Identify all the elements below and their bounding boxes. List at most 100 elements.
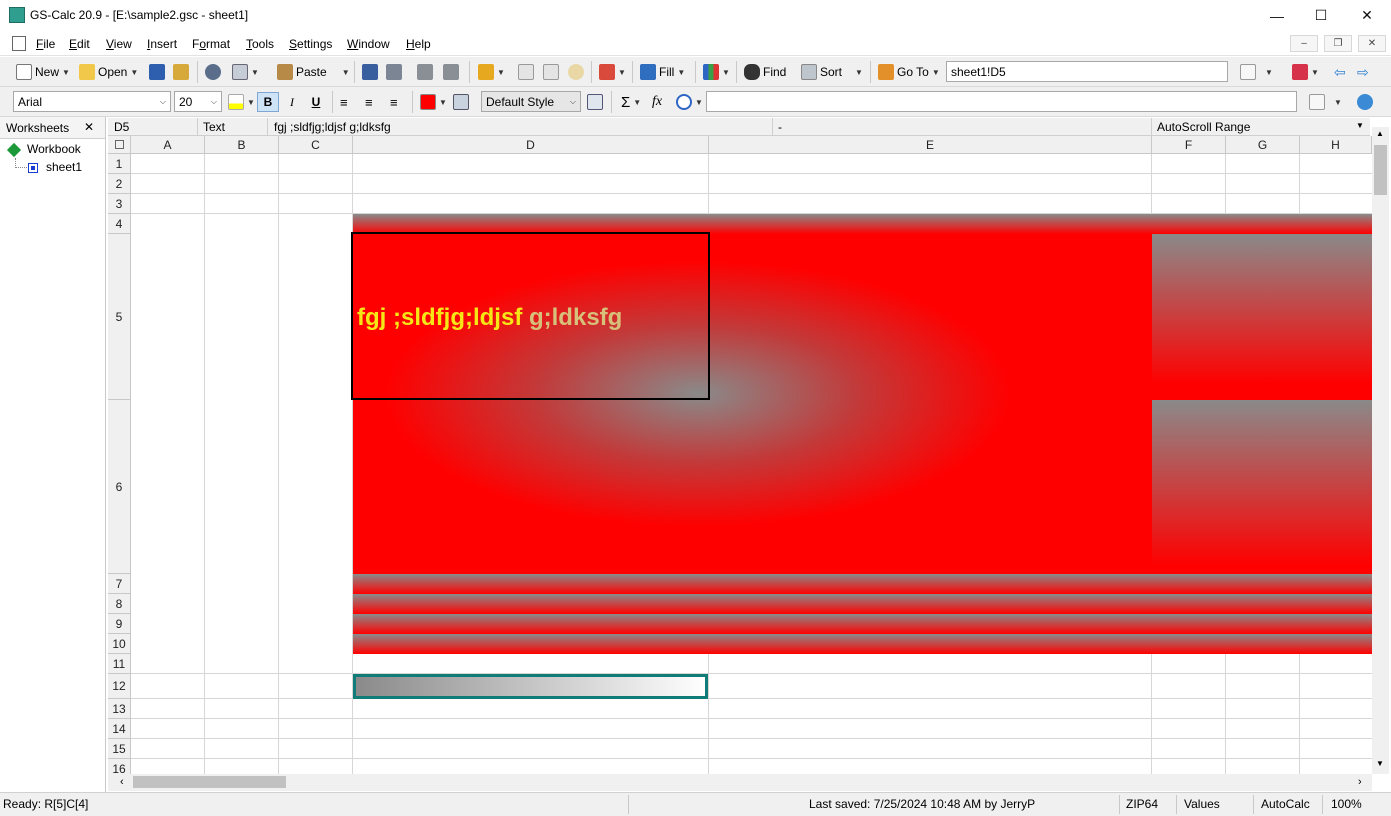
menu-file[interactable]: File [36,37,55,51]
sort-button[interactable]: Sort ▼ [801,62,863,82]
select-all-corner[interactable] [108,136,131,154]
scroll-down-icon[interactable]: ▼ [1376,759,1384,768]
tree-item-sheet1[interactable]: sheet1 [46,160,82,174]
column-header-b[interactable]: B [205,136,279,154]
save-button[interactable] [149,62,165,82]
goto-field[interactable]: sheet1!D5 [946,61,1228,82]
row-header-5[interactable]: 5 [108,234,131,400]
row-header-1[interactable]: 1 [108,154,131,174]
calendar-button[interactable]: ▼ [599,62,626,82]
horizontal-scroll-thumb[interactable] [133,776,286,788]
sum-button[interactable]: Σ ▼ [621,92,641,112]
panel-close-button[interactable]: ✕ [84,120,94,134]
column-header-e[interactable]: E [709,136,1152,154]
column-header-c[interactable]: C [279,136,353,154]
cell-style-select[interactable]: Default Style ⌵ [481,91,581,112]
italic-button[interactable]: I [282,92,302,112]
row-header-15[interactable]: 15 [108,739,131,759]
bold-button[interactable]: B [257,92,279,112]
column-header-d[interactable]: D [353,136,709,154]
highlight-button[interactable]: ▼ [1292,62,1319,82]
scroll-left-icon[interactable]: ‹ [120,776,124,788]
autoscroll-range-select[interactable]: AutoScroll Range [1157,120,1250,134]
fill-color-button[interactable]: ▼ [420,92,447,112]
row-header-13[interactable]: 13 [108,699,131,719]
undo-button[interactable] [417,62,433,82]
split-button[interactable] [543,62,559,82]
row-header-9[interactable]: 9 [108,614,131,634]
back-button[interactable]: ⇦ [1334,62,1346,82]
lock-button[interactable] [173,62,189,82]
menu-window[interactable]: Window [347,37,390,51]
spreadsheet-grid[interactable]: A B C D E F G H 1 2 3 4 5 6 7 8 9 10 11 … [108,136,1372,774]
merge-button[interactable] [518,62,534,82]
find-button[interactable]: Find [744,62,786,82]
goto-button[interactable]: Go To ▼ [878,62,940,82]
formula-history-button[interactable]: ▼ [1309,92,1342,112]
close-button[interactable]: ✕ [1344,0,1390,31]
vertical-scroll-thumb[interactable] [1374,145,1387,195]
fill-button[interactable]: Fill ▼ [640,62,685,82]
menu-help[interactable]: Help [406,37,431,51]
tree-item-workbook[interactable]: Workbook [27,142,81,156]
copy-button[interactable]: ▼ [232,62,259,82]
mdi-minimize-button[interactable]: – [1290,35,1318,52]
column-header-f[interactable]: F [1152,136,1226,154]
filled-cells-row-9[interactable] [353,614,1372,634]
mdi-close-button[interactable]: ✕ [1358,35,1386,52]
align-left-button[interactable]: ≡ [340,92,348,112]
print-preview-button[interactable] [362,62,378,82]
filled-cells-row-8[interactable] [353,594,1372,614]
font-size-select[interactable]: 20 ⌵ [174,91,222,112]
active-cell-d5[interactable]: fgj ;sldfjg;ldjsf g;ldksfg [351,232,710,400]
insert-function-button[interactable]: ▼ [676,92,703,112]
function-button[interactable]: fx [652,92,662,112]
row-header-3[interactable]: 3 [108,194,131,214]
filled-cells-row-4[interactable] [353,214,1372,234]
new-button[interactable]: New ▼ [16,62,70,82]
cut-button[interactable] [205,62,221,82]
row-header-11[interactable]: 11 [108,654,131,674]
align-center-button[interactable]: ≡ [365,92,373,112]
menu-view[interactable]: View [106,37,132,51]
horizontal-scrollbar[interactable]: ‹ › [108,774,1372,791]
filled-cells-f5-h5[interactable] [1152,234,1372,400]
row-header-4[interactable]: 4 [108,214,131,234]
status-zoom[interactable]: 100% [1331,797,1362,811]
row-header-2[interactable]: 2 [108,174,131,194]
chevron-down-icon[interactable]: ▼ [1356,121,1364,130]
gradient-cell-d12[interactable] [353,674,708,699]
filled-cells-row-7[interactable] [353,574,1372,594]
goto-history-button[interactable]: ▼ [1240,62,1273,82]
format-painter-button[interactable]: ▼ [478,62,505,82]
moon-button[interactable] [568,62,584,82]
row-header-10[interactable]: 10 [108,634,131,654]
align-right-button[interactable]: ≡ [390,92,398,112]
mdi-restore-button[interactable]: ❐ [1324,35,1352,52]
chart-button[interactable]: ▼ [703,62,730,82]
borders-button[interactable] [453,92,469,112]
highlight-color-button[interactable]: ▼ [228,92,255,112]
row-header-12[interactable]: 12 [108,674,131,699]
document-icon[interactable] [12,36,26,51]
scroll-up-icon[interactable]: ▲ [1376,129,1384,138]
menu-tools[interactable]: Tools [246,37,274,51]
font-select[interactable]: Arial ⌵ [13,91,171,112]
formula-bar-input[interactable] [706,91,1297,112]
forward-button[interactable]: ⇨ [1357,62,1369,82]
column-header-h[interactable]: H [1300,136,1372,154]
underline-button[interactable]: U [306,92,326,112]
menu-insert[interactable]: Insert [147,37,177,51]
status-values[interactable]: Values [1184,797,1220,811]
column-header-a[interactable]: A [131,136,205,154]
style-edit-button[interactable] [587,92,603,112]
recalc-button[interactable] [1357,92,1373,112]
menu-format[interactable]: Format [192,37,230,51]
row-header-14[interactable]: 14 [108,719,131,739]
filled-cells-row-10[interactable] [353,634,1372,654]
row-header-6[interactable]: 6 [108,400,131,574]
status-autocalc[interactable]: AutoCalc [1261,797,1310,811]
row-header-16[interactable]: 16 [108,759,131,774]
column-header-g[interactable]: G [1226,136,1300,154]
vertical-scrollbar[interactable]: ▲ ▼ [1372,127,1389,774]
